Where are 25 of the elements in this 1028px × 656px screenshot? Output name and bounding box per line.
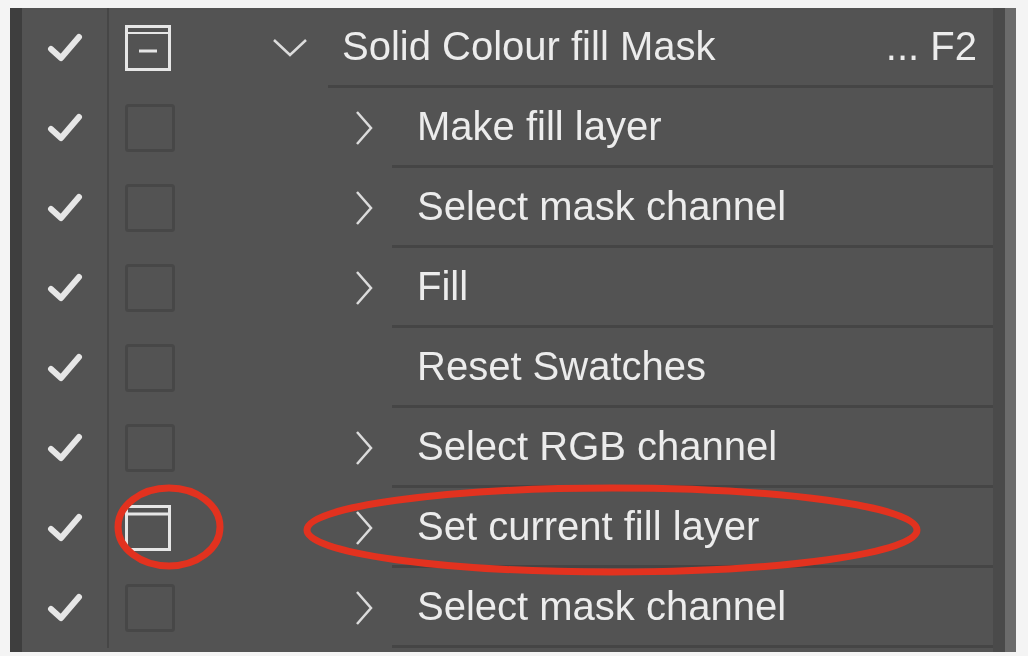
chevron-right-icon[interactable]	[355, 190, 373, 226]
checkmark-icon[interactable]	[46, 272, 83, 304]
chevron-right-icon[interactable]	[355, 110, 373, 146]
action-name: Solid Colour fill Mask	[342, 24, 717, 69]
checkmark-icon[interactable]	[46, 352, 83, 384]
chevron-right-icon[interactable]	[355, 430, 373, 466]
checkmark-icon[interactable]	[46, 112, 83, 144]
checkmark-icon[interactable]	[46, 192, 83, 224]
step-name: Select RGB channel	[417, 424, 779, 469]
chevron-right-icon[interactable]	[355, 510, 373, 546]
step-name: Set current fill layer	[417, 504, 761, 549]
step-name: Select mask channel	[417, 184, 788, 229]
step-name: Fill	[417, 264, 470, 309]
chevron-down-icon[interactable]	[272, 38, 308, 58]
step-name: Select mask channel	[417, 584, 788, 629]
chevron-right-icon[interactable]	[355, 270, 373, 306]
chevron-right-icon[interactable]	[355, 590, 373, 626]
checkmark-icon[interactable]	[46, 432, 83, 464]
checkmark-icon[interactable]	[46, 592, 83, 624]
step-name: Make fill layer	[417, 104, 663, 149]
shortcut-label: ... F2	[885, 24, 977, 69]
checkmark-icon[interactable]	[46, 32, 83, 64]
scrollbar[interactable]	[1005, 8, 1016, 652]
checkmark-icon[interactable]	[46, 512, 83, 544]
step-name: Reset Swatches	[417, 344, 708, 389]
